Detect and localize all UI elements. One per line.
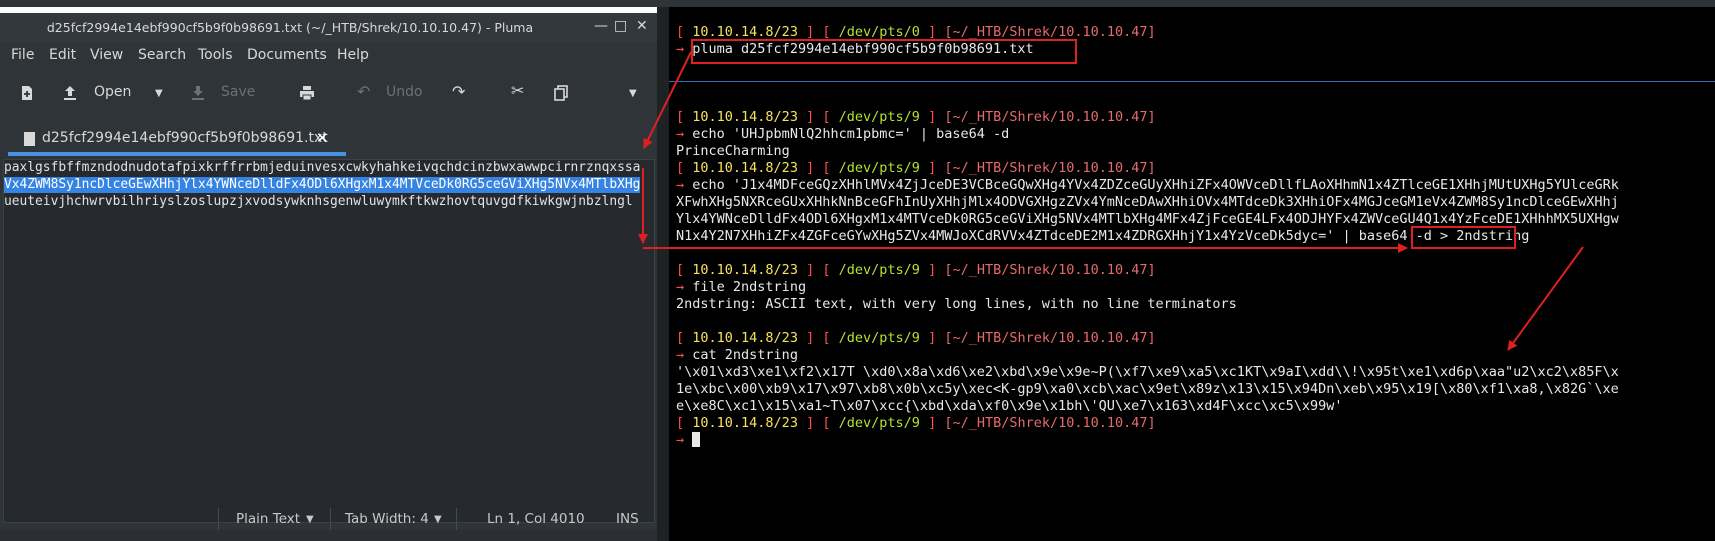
prompt-line: [ 10.10.14.8/23 ] [ /dev/pts/9 ] [~/_HTB… [676, 262, 1156, 278]
menubar: File Edit View Search Tools Documents He… [0, 43, 657, 69]
command-line-wrap: XFwhXHg5NXRceGUxXHhkNnBceGFhInUyXHhjMlx4… [676, 194, 1619, 210]
menu-view[interactable]: View [90, 47, 123, 63]
active-tab-indicator [8, 152, 346, 156]
text-editor[interactable]: paxlgsfbffmzndodnudotafpixkrffrrbmjeduin… [3, 159, 655, 523]
terminal[interactable]: [ 10.10.14.8/23 ] [ /dev/pts/0 ] [~/_HTB… [669, 7, 1715, 541]
editor-line: ueuteivjhchwrvbilhriyslzoslupzjxvodsywkn… [4, 194, 633, 209]
annotation-box-pluma-command [691, 39, 1077, 64]
divider [330, 508, 331, 531]
command-line: → echo 'J1x4MDFceGQzXHhlMVx4ZjJceDE3VCBc… [676, 177, 1619, 193]
menu-tools[interactable]: Tools [198, 47, 233, 63]
prompt-line: [ 10.10.14.8/23 ] [ /dev/pts/9 ] [~/_HTB… [676, 330, 1156, 346]
prompt-line: [ 10.10.14.8/23 ] [ /dev/pts/9 ] [~/_HTB… [676, 415, 1156, 431]
document-tab[interactable]: d25fcf2994e14ebf990cf5b9f0b98691.txt ✕ [8, 122, 346, 156]
undo-button: Undo [386, 84, 423, 100]
cursor-position: Ln 1, Col 4010 [487, 511, 585, 527]
command-line: → file 2ndstring [676, 279, 807, 295]
input-line[interactable]: → [676, 432, 701, 449]
menu-file[interactable]: File [11, 47, 34, 63]
tab-width-selector[interactable]: Tab Width: 4 [345, 511, 429, 527]
editor-line: paxlgsfbffmzndodnudotafpixkrffrrbmjeduin… [4, 160, 641, 175]
undo-icon: ↶ [357, 82, 371, 101]
prompt-line: [ 10.10.14.8/23 ] [ /dev/pts/9 ] [~/_HTB… [676, 109, 1156, 125]
toolbar: Open ▼ Save ↶ Undo ↷ ✂ ▼ [0, 70, 657, 116]
window-gap [657, 7, 669, 541]
tab-close-icon[interactable]: ✕ [316, 129, 329, 147]
minimize-button[interactable]: — [594, 18, 608, 34]
output-line: 1e\xbc\x00\xb9\x17\x97\xb8\x0b\xc5y\xec<… [676, 381, 1619, 397]
tab-bar: d25fcf2994e14ebf990cf5b9f0b98691.txt ✕ [0, 116, 657, 158]
cut-icon[interactable]: ✂ [511, 81, 524, 100]
menu-help[interactable]: Help [337, 47, 369, 63]
statusbar: Plain Text ▼ Tab Width: 4 ▼ Ln 1, Col 40… [0, 508, 657, 531]
output-line: 2ndstring: ASCII text, with very long li… [676, 296, 1237, 312]
save-button: Save [221, 84, 256, 100]
terminal-split-divider [669, 81, 1715, 82]
editor-line-selected: Vx4ZWM8Sy1ncDlceGEwXHhjYlx4YWNceDlldFx4O… [4, 177, 641, 193]
prompt-line: [ 10.10.14.8/23 ] [ /dev/pts/9 ] [~/_HTB… [676, 160, 1156, 176]
new-document-icon[interactable] [19, 85, 35, 101]
open-recent-dropdown-icon[interactable]: ▼ [155, 88, 163, 99]
document-icon [24, 132, 35, 146]
window-title: d25fcf2994e14ebf990cf5b9f0b98691.txt (~/… [46, 20, 534, 35]
window-titlebar[interactable]: d25fcf2994e14ebf990cf5b9f0b98691.txt (~/… [0, 13, 657, 43]
menu-search[interactable]: Search [138, 47, 186, 63]
insert-mode: INS [616, 511, 639, 527]
command-line-wrap: N1x4Y2N7XHhiZFx4ZGFceGYwXHg5ZVx4MWJoXCdR… [676, 228, 1530, 244]
chevron-down-icon: ▼ [434, 514, 442, 525]
bottom-strip [0, 530, 669, 541]
copy-icon[interactable] [553, 85, 569, 101]
tab-label: d25fcf2994e14ebf990cf5b9f0b98691.txt [42, 130, 328, 146]
top-panel-strip [0, 0, 1715, 7]
toolbar-overflow-icon[interactable]: ▼ [629, 88, 637, 99]
close-button[interactable]: ✕ [636, 18, 648, 34]
output-line: PrinceCharming [676, 143, 790, 159]
chevron-down-icon: ▼ [306, 514, 314, 525]
open-button[interactable]: Open [94, 84, 131, 100]
save-icon [192, 86, 204, 100]
menu-edit[interactable]: Edit [49, 47, 76, 63]
output-line: '\x01\xd3\xe1\xf2\x17T \xd0\x8a\xd6\xe2\… [676, 364, 1619, 380]
redo-icon[interactable]: ↷ [452, 82, 465, 101]
maximize-button[interactable]: □ [614, 18, 627, 34]
annotation-box-base64-pipe [1411, 226, 1516, 249]
menu-documents[interactable]: Documents [247, 47, 327, 63]
output-line: e\xe8C\xc1\x15\xa1~T\x07\xcc{\xbd\xda\xf… [676, 398, 1343, 414]
print-icon[interactable] [299, 85, 315, 101]
language-selector[interactable]: Plain Text [236, 511, 300, 527]
terminal-cursor [692, 432, 701, 447]
pluma-window: d25fcf2994e14ebf990cf5b9f0b98691.txt (~/… [0, 13, 657, 531]
command-line: → echo 'UHJpbmNlQ2hhcm1pbmc=' | base64 -… [676, 126, 1010, 142]
open-icon[interactable] [62, 85, 78, 101]
divider [218, 508, 219, 531]
command-line: → cat 2ndstring [676, 347, 798, 363]
divider [456, 508, 457, 531]
